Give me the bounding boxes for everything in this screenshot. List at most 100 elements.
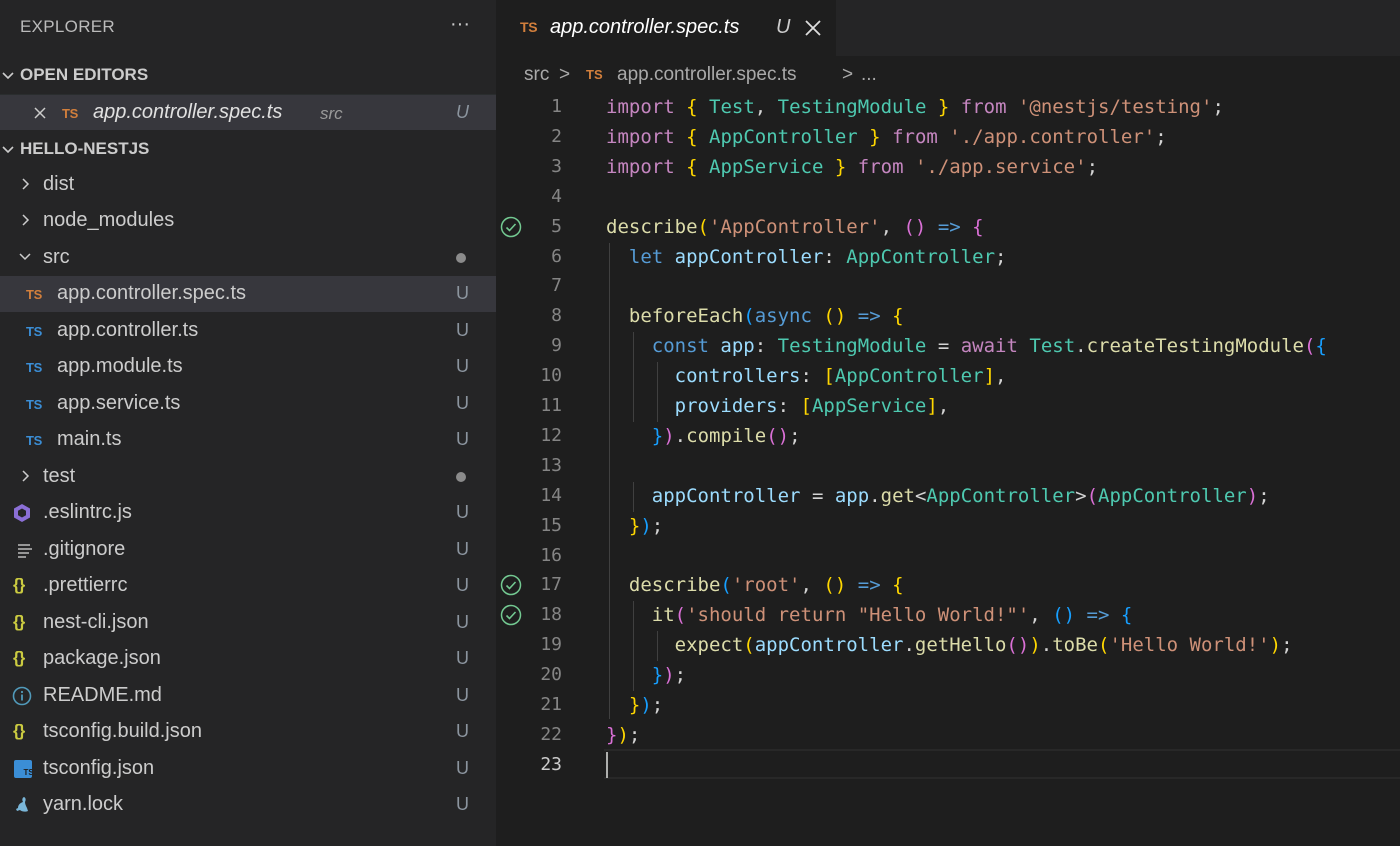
tree-file-prettierrc[interactable]: {} .prettierrc U — [0, 568, 496, 604]
tree-file-readme[interactable]: README.md U — [0, 678, 496, 714]
tab-app-controller-spec[interactable]: TS app.controller.spec.ts U — [496, 0, 836, 56]
chevron-right-icon — [22, 470, 30, 482]
tree-file-tsconfig[interactable]: TS tsconfig.json U — [0, 751, 496, 787]
tree-item-label: test — [43, 465, 76, 487]
tree-file-main[interactable]: TS main.ts U — [0, 422, 496, 458]
tree-file-eslintrc[interactable]: .eslintrc.js U — [0, 495, 496, 531]
tree-file-app-controller[interactable]: TS app.controller.ts U — [0, 313, 496, 349]
line-number: 8 — [551, 305, 562, 327]
tab-bar: TS app.controller.spec.ts U — [496, 0, 1400, 56]
close-icon[interactable] — [802, 17, 824, 39]
open-editors-header[interactable]: OPEN EDITORS — [0, 60, 496, 90]
open-editor-item[interactable]: TS app.controller.spec.ts src U — [0, 94, 496, 130]
git-status-badge: U — [456, 102, 469, 122]
line-number: 14 — [540, 484, 562, 506]
chevron-right-icon — [22, 178, 30, 190]
line-number: 18 — [540, 604, 562, 626]
tree-item-label: nest-cli.json — [43, 611, 149, 633]
tree-folder-src[interactable]: src — [0, 240, 496, 276]
line-number: 3 — [551, 155, 562, 177]
tree-item-label: app.service.ts — [57, 392, 181, 414]
tree-item-label: .gitignore — [43, 538, 126, 560]
code-line: beforeEach(async () => { — [628, 305, 904, 328]
tree-file-package-json[interactable]: {} package.json U — [0, 641, 496, 677]
json-icon: {} — [13, 648, 25, 667]
ts-icon: TS — [26, 360, 43, 375]
tree-item-label: app.controller.spec.ts — [57, 282, 246, 304]
ts-icon: TS — [520, 19, 538, 35]
code-line: import { Test, TestingModule } from '@ne… — [606, 96, 1224, 118]
eslint-icon — [14, 504, 30, 522]
code-line: }); — [606, 723, 641, 746]
code-line: expect(appController.getHello()).toBe('H… — [674, 634, 1293, 657]
tree-file-yarn-lock[interactable]: yarn.lock U — [0, 787, 496, 823]
tree-item-label: app.controller.ts — [57, 319, 199, 341]
more-actions-icon[interactable]: ··· — [446, 10, 474, 38]
tree-file-app-service[interactable]: TS app.service.ts U — [0, 386, 496, 422]
info-icon — [12, 686, 32, 706]
tree-file-gitignore[interactable]: .gitignore U — [0, 532, 496, 568]
json-icon: {} — [13, 612, 25, 631]
tree-folder-test[interactable]: test — [0, 459, 496, 495]
tree-item-label: .prettierrc — [43, 574, 128, 596]
ts-icon: TS — [26, 397, 43, 412]
line-number: 9 — [551, 335, 562, 357]
tree-file-nest-cli[interactable]: {} nest-cli.json U — [0, 605, 496, 641]
tree-item-label: README.md — [43, 684, 162, 706]
git-status-badge: U — [456, 320, 469, 340]
explorer-sidebar: EXPLORER ··· OPEN EDITORS TS app.control… — [0, 0, 496, 846]
breadcrumb-symbols[interactable]: ... — [861, 64, 877, 86]
line-number: 15 — [540, 514, 562, 536]
tree-folder-node-modules[interactable]: node_modules — [0, 203, 496, 239]
tree-folder-dist[interactable]: dist — [0, 167, 496, 203]
line-number: 2 — [551, 125, 562, 147]
tree-file-app-controller-spec[interactable]: TS app.controller.spec.ts U — [0, 276, 496, 312]
code-line: let appController: AppController; — [628, 245, 1007, 268]
breadcrumb-separator: > — [842, 64, 854, 85]
git-status-badge: U — [456, 356, 469, 376]
git-status-badge: U — [456, 429, 469, 449]
tree-item-label: package.json — [43, 647, 161, 669]
modified-dot — [456, 472, 466, 482]
line-number: 12 — [540, 424, 562, 446]
explorer-title: EXPLORER — [20, 17, 115, 36]
json-icon: {} — [13, 575, 25, 594]
breadcrumb-file[interactable]: app.controller.spec.ts — [617, 64, 797, 86]
line-number: 21 — [540, 694, 562, 715]
git-status-badge: U — [456, 502, 469, 522]
tab-git-status: U — [776, 16, 791, 38]
project-header[interactable]: HELLO-NESTJS — [0, 134, 496, 164]
git-status-badge: U — [456, 721, 469, 741]
tree-file-tsconfig-build[interactable]: {} tsconfig.build.json U — [0, 714, 496, 750]
tab-label: app.controller.spec.ts — [550, 16, 740, 38]
ts-icon: TS — [26, 324, 43, 339]
ts-icon: TS — [26, 287, 43, 302]
line-number: 4 — [551, 185, 562, 207]
json-icon: {} — [13, 721, 25, 740]
git-status-badge: U — [456, 794, 469, 814]
code-line: const app: TestingModule = await Test.cr… — [651, 335, 1327, 358]
code-line: }); — [651, 664, 687, 687]
git-status-badge: U — [456, 575, 469, 595]
line-number: 6 — [551, 245, 562, 267]
ts-file-icon: TS — [14, 760, 32, 778]
tree-item-label: .eslintrc.js — [43, 501, 132, 523]
yarn-icon — [16, 797, 28, 812]
git-status-badge: U — [456, 612, 469, 632]
line-number: 19 — [540, 634, 562, 656]
line-number: 11 — [540, 395, 562, 416]
tree-file-app-module[interactable]: TS app.module.ts U — [0, 349, 496, 385]
close-icon[interactable] — [33, 106, 47, 120]
tree-item-label: main.ts — [57, 428, 122, 450]
tree-item-label: app.module.ts — [57, 355, 183, 377]
breadcrumb-src[interactable]: src — [524, 64, 549, 86]
svg-text:TS: TS — [24, 768, 33, 777]
line-number: 7 — [551, 275, 562, 297]
project-label: HELLO-NESTJS — [20, 139, 150, 158]
open-editor-filename: app.controller.spec.ts — [93, 101, 283, 123]
code-line: import { AppService } from './app.servic… — [606, 155, 1099, 178]
line-number: 23 — [540, 753, 562, 775]
ts-icon: TS — [62, 106, 79, 121]
tree-item-label: src — [43, 246, 70, 268]
code-line: }).compile(); — [651, 424, 801, 447]
